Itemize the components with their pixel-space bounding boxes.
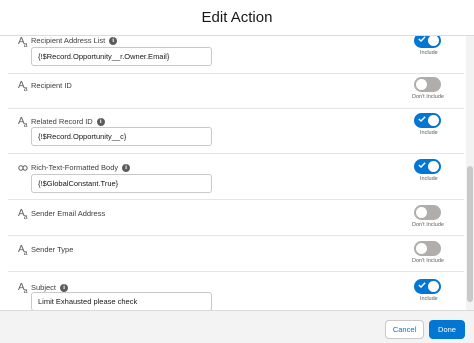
text-type-icon: Aa bbox=[18, 36, 28, 49]
modal-body[interactable]: Aa Recipient Address List i Include Aa R… bbox=[0, 36, 474, 310]
field-recipient-address-list: Aa Recipient Address List i Include bbox=[0, 36, 466, 72]
toggle-label: Include bbox=[420, 296, 438, 302]
text-type-icon: Aa bbox=[18, 282, 28, 295]
related-record-id-input[interactable] bbox=[31, 127, 212, 146]
include-toggle[interactable] bbox=[414, 205, 441, 220]
field-label: Related Record ID i bbox=[31, 117, 105, 126]
recipient-address-list-input[interactable] bbox=[31, 47, 212, 66]
toggle-label: Don't Include bbox=[412, 222, 444, 228]
subject-input[interactable] bbox=[31, 292, 212, 310]
checkmark-icon bbox=[418, 36, 426, 42]
toggle-label: Include bbox=[420, 176, 438, 182]
toggle-label: Include bbox=[420, 130, 438, 136]
field-label: Sender Email Address bbox=[31, 209, 106, 218]
scrollbar-thumb[interactable] bbox=[467, 166, 473, 302]
field-sender-type: Aa Sender Type Don't Include bbox=[0, 239, 466, 269]
text-type-icon: Aa bbox=[18, 208, 28, 221]
text-type-icon: Aa bbox=[18, 80, 28, 93]
checkmark-icon bbox=[418, 162, 426, 168]
rich-text-formatted-body-input[interactable] bbox=[31, 174, 212, 193]
info-icon[interactable]: i bbox=[109, 36, 118, 45]
include-toggle[interactable] bbox=[414, 241, 441, 256]
include-toggle[interactable] bbox=[414, 113, 441, 128]
info-icon[interactable]: i bbox=[122, 163, 131, 172]
info-icon[interactable]: i bbox=[96, 117, 105, 126]
field-label: Subject i bbox=[31, 283, 69, 292]
checkmark-icon bbox=[418, 282, 426, 288]
include-toggle[interactable] bbox=[414, 77, 441, 92]
toggle-label: Include bbox=[420, 50, 438, 56]
include-toggle[interactable] bbox=[414, 159, 441, 174]
field-label: Recipient ID bbox=[31, 81, 72, 90]
modal-title: Edit Action bbox=[201, 9, 273, 26]
field-sender-email-address: Aa Sender Email Address Don't Include bbox=[0, 203, 466, 233]
cancel-button[interactable]: Cancel bbox=[385, 320, 424, 339]
toggle-label: Don't Include bbox=[412, 94, 444, 100]
include-toggle[interactable] bbox=[414, 36, 441, 48]
modal-header: Edit Action bbox=[0, 0, 474, 36]
field-label: Sender Type bbox=[31, 245, 74, 254]
field-subject: Aa Subject i Include bbox=[0, 276, 466, 310]
boolean-type-icon bbox=[18, 165, 28, 171]
field-rich-text-formatted-body: Rich-Text-Formatted Body i Include bbox=[0, 156, 466, 196]
field-label: Rich-Text-Formatted Body i bbox=[31, 163, 131, 172]
info-icon[interactable]: i bbox=[60, 283, 69, 292]
scrollbar-track[interactable] bbox=[466, 36, 474, 310]
field-related-record-id: Aa Related Record ID i Include bbox=[0, 110, 466, 150]
done-button[interactable]: Done bbox=[429, 320, 465, 339]
text-type-icon: Aa bbox=[18, 244, 28, 257]
field-recipient-id: Aa Recipient ID Don't Include bbox=[0, 75, 466, 105]
checkmark-icon bbox=[418, 116, 426, 122]
include-toggle[interactable] bbox=[414, 279, 441, 294]
field-label: Recipient Address List i bbox=[31, 36, 118, 45]
toggle-label: Don't Include bbox=[412, 258, 444, 264]
text-type-icon: Aa bbox=[18, 116, 28, 129]
modal-footer: Cancel Done bbox=[0, 310, 474, 343]
